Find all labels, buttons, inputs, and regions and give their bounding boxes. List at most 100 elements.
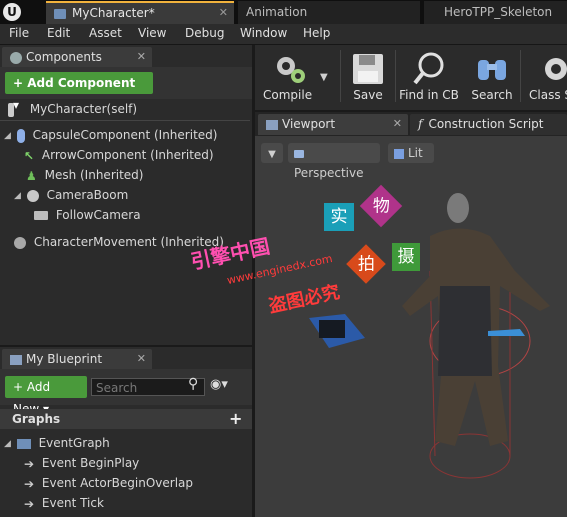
chevron-down-icon: ▼: [268, 149, 276, 160]
tree-item-mycharacter[interactable]: MyCharacter(self): [8, 99, 137, 119]
watermark-char: 摄: [392, 243, 420, 271]
components-tab[interactable]: Components ✕: [2, 47, 152, 67]
components-panel: Components ✕ + Add Component ▾ MyCharact…: [0, 45, 252, 345]
tab-label: HeroTPP_Skeleton: [444, 5, 553, 19]
compile-button[interactable]: ▼ Compile: [258, 48, 334, 104]
graphs-section-header[interactable]: Graphs +: [0, 409, 252, 429]
search-icon: ⚲: [188, 376, 199, 392]
tree-item-cameraboom[interactable]: ◢ CameraBoom: [14, 185, 128, 205]
menu-bar: File Edit Asset View Debug Window Help: [0, 24, 567, 45]
skeletal-mesh-icon: ♟: [26, 168, 37, 183]
document-tab-bar: U MyCharacter* ✕ Animation HeroTPP_Skele…: [0, 0, 567, 24]
close-tab-icon[interactable]: ✕: [393, 114, 402, 134]
blueprint-icon: [54, 8, 66, 19]
function-icon: f: [418, 117, 423, 131]
close-panel-icon[interactable]: ✕: [137, 47, 146, 67]
search-button[interactable]: Search: [466, 48, 518, 104]
movement-icon: [14, 236, 26, 249]
viewport-canvas[interactable]: ▼ Perspective Lit 实 物 拍 摄: [255, 136, 567, 517]
tab-label: Viewport: [282, 117, 336, 131]
viewport-icon: [266, 119, 278, 130]
tab-animation[interactable]: Animation: [238, 1, 420, 24]
find-in-cb-button[interactable]: Find in CB: [398, 48, 460, 104]
perspective-button[interactable]: Perspective: [288, 143, 380, 180]
capsule-icon: [16, 128, 25, 143]
magnifier-icon: [413, 52, 444, 85]
tab-mycharacter[interactable]: MyCharacter* ✕: [46, 1, 234, 24]
tree-item-label: ArrowComponent (Inherited): [41, 148, 214, 162]
viewport-options-button[interactable]: ▼: [261, 143, 283, 163]
tree-item-label: EventGraph: [38, 436, 110, 450]
gear-icon: [545, 58, 567, 80]
tab-viewport[interactable]: Viewport ✕: [258, 114, 408, 135]
tree-item-mesh[interactable]: ♟ Mesh (Inherited): [26, 165, 143, 185]
my-blueprint-tab[interactable]: My Blueprint ✕: [2, 349, 152, 369]
tree-item-label: CapsuleComponent (Inherited): [32, 128, 218, 142]
add-component-button[interactable]: + Add Component ▾: [5, 72, 153, 112]
toolbar-divider: [340, 50, 341, 102]
my-blueprint-toolbar: + Add New ▾ Search ⚲ ◉▾: [0, 369, 252, 416]
event-actorbeginoverlap[interactable]: ➔ Event ActorBeginOverlap: [24, 473, 193, 493]
event-beginplay[interactable]: ➔ Event BeginPlay: [24, 453, 139, 473]
search-label: Search: [471, 88, 513, 102]
compile-label: Compile: [263, 88, 313, 102]
toolbar-divider: [520, 50, 521, 102]
eye-icon[interactable]: ◉▾: [210, 377, 228, 392]
save-button[interactable]: Save: [344, 48, 392, 104]
tree-item-arrow[interactable]: ↖ ArrowComponent (Inherited): [24, 145, 214, 165]
add-graph-icon[interactable]: +: [229, 409, 242, 428]
graphs-label: Graphs: [12, 412, 61, 426]
close-tab-icon[interactable]: ✕: [219, 3, 228, 23]
expand-arrow-icon[interactable]: ◢: [14, 186, 21, 206]
menu-edit[interactable]: Edit: [47, 26, 70, 40]
pawn-icon: [8, 102, 14, 117]
class-settings-label: Class S: [529, 88, 567, 102]
event-icon: ➔: [24, 496, 35, 511]
toolbar-divider: [395, 50, 396, 102]
menu-asset[interactable]: Asset: [89, 26, 122, 40]
components-tree: MyCharacter(self) ◢ CapsuleComponent (In…: [0, 99, 252, 345]
chevron-down-icon[interactable]: ▼: [320, 72, 328, 83]
close-panel-icon[interactable]: ✕: [137, 349, 146, 369]
event-icon: ➔: [24, 456, 35, 471]
expand-arrow-icon[interactable]: ◢: [4, 434, 11, 454]
watermark-char-text: 拍: [357, 254, 375, 274]
components-toolbar: + Add Component ▾: [0, 67, 252, 112]
menu-file[interactable]: File: [9, 26, 29, 40]
tree-item-label: Mesh (Inherited): [44, 168, 144, 182]
tree-item-eventgraph[interactable]: ◢ EventGraph: [4, 433, 110, 453]
divider: [0, 120, 250, 121]
components-title: Components: [26, 50, 102, 64]
cube-icon: [394, 148, 404, 159]
camera-icon: [34, 211, 48, 220]
tab-construction-script[interactable]: f Construction Script: [410, 114, 567, 135]
graph-icon: [16, 438, 31, 449]
watermark-char-text: 物: [372, 196, 390, 216]
menu-debug[interactable]: Debug: [185, 26, 224, 40]
menu-view[interactable]: View: [138, 26, 166, 40]
tree-item-capsule[interactable]: ◢ CapsuleComponent (Inherited): [4, 125, 217, 145]
my-blueprint-title: My Blueprint: [26, 352, 103, 366]
tree-item-label: Event BeginPlay: [41, 456, 140, 470]
menu-help[interactable]: Help: [303, 26, 330, 40]
binoculars-icon: [478, 60, 506, 80]
my-blueprint-panel: My Blueprint ✕ + Add New ▾ Search ⚲ ◉▾ G…: [0, 347, 252, 517]
menu-window[interactable]: Window: [240, 26, 287, 40]
event-tick[interactable]: ➔ Event Tick: [24, 493, 104, 513]
tree-item-label: MyCharacter(self): [29, 102, 138, 116]
lit-button[interactable]: Lit: [388, 143, 434, 163]
event-icon: ➔: [24, 476, 35, 491]
floppy-disk-icon: [353, 54, 383, 84]
camera-gizmo: [309, 314, 365, 348]
blueprint-icon: [10, 354, 22, 365]
tab-label: Construction Script: [428, 117, 544, 131]
add-new-button[interactable]: + Add New ▾: [5, 376, 87, 416]
tab-label: MyCharacter*: [72, 6, 155, 20]
class-settings-button[interactable]: Class S: [524, 48, 567, 104]
tree-item-followcamera[interactable]: FollowCamera: [34, 205, 141, 225]
spring-arm-icon: [26, 189, 39, 202]
gear-icon: [277, 57, 305, 83]
tab-herotpp-skeleton[interactable]: HeroTPP_Skeleton: [424, 1, 567, 24]
save-label: Save: [353, 88, 383, 102]
expand-arrow-icon[interactable]: ◢: [4, 126, 11, 146]
